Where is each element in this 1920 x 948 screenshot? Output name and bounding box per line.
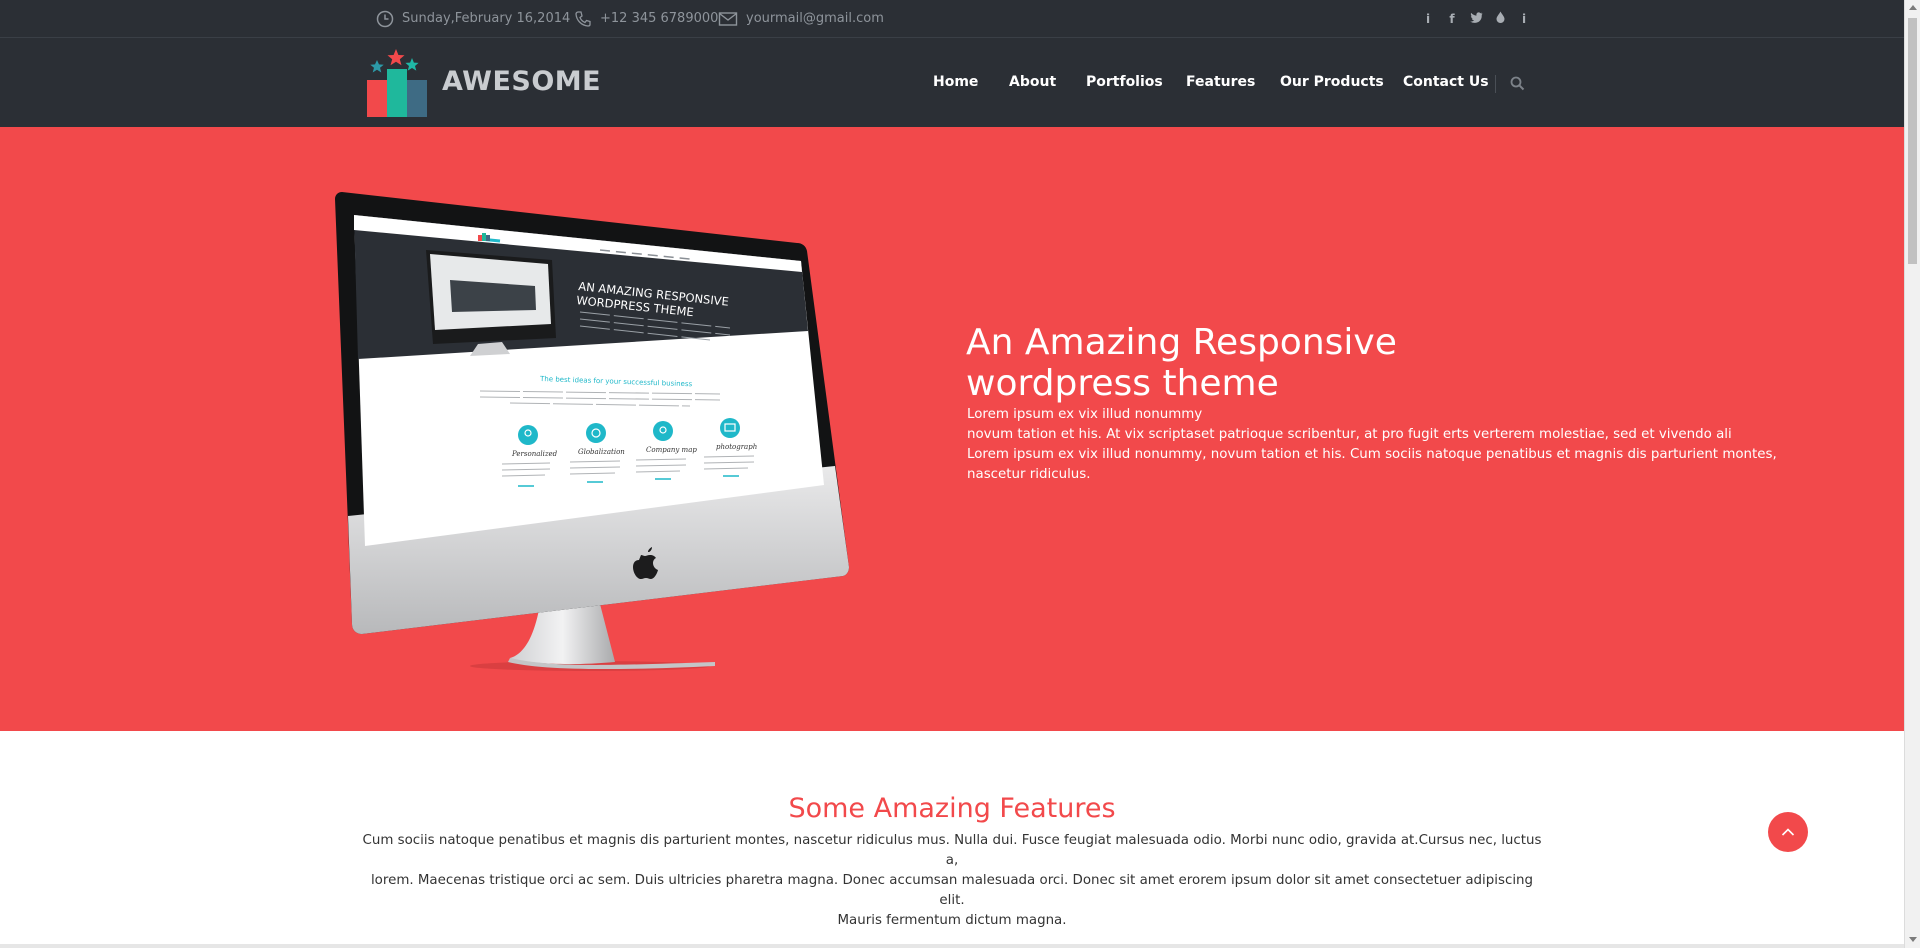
phone-icon <box>575 10 591 27</box>
chevron-up-icon <box>1781 828 1795 836</box>
logo-text[interactable]: AWESOME <box>442 66 601 97</box>
nav-divider <box>1495 75 1496 93</box>
features-text: Cum sociis natoque penatibus et magnis d… <box>360 831 1544 931</box>
hero-text-line: Lorem ipsum ex vix illud nonummy, novum … <box>967 447 1777 462</box>
info-icon-2[interactable]: i <box>1512 12 1536 26</box>
back-to-top-button[interactable] <box>1768 812 1808 852</box>
hero-text: Lorem ipsum ex vix illud nonummy novum t… <box>967 405 1777 485</box>
nav-portfolios[interactable]: Portfolios <box>1086 74 1163 90</box>
site-header: AWESOME Home About Portfolios Features O… <box>0 38 1904 127</box>
vertical-scrollbar[interactable] <box>1904 0 1920 948</box>
facebook-icon[interactable]: f <box>1440 12 1464 26</box>
nav-about[interactable]: About <box>1009 74 1056 90</box>
twitter-icon[interactable] <box>1464 11 1488 26</box>
drop-icon[interactable] <box>1488 11 1512 26</box>
features-text-line: lorem. Maecenas tristique orci ac sem. D… <box>370 873 1534 908</box>
nav-home[interactable]: Home <box>933 74 978 90</box>
clock-icon <box>376 10 394 27</box>
screen-feature-2: Globalization <box>578 448 625 456</box>
hero-title-line-2: wordpress theme <box>966 363 1279 404</box>
hero-title: An Amazing Responsive wordpress theme <box>966 322 1566 404</box>
screen-feature-3: Company map <box>646 446 697 454</box>
info-icon[interactable]: i <box>1416 12 1440 26</box>
hero-text-line: novum tation et his. At vix scriptaset p… <box>967 427 1732 442</box>
hero-text-line: nascetur ridiculus. <box>967 467 1091 482</box>
nav-our-products[interactable]: Our Products <box>1280 74 1384 90</box>
scroll-up-arrow[interactable] <box>1909 5 1917 10</box>
page-bottom-edge <box>0 944 1904 948</box>
screen-feature-1: Personalized <box>511 450 558 458</box>
scrollbar-thumb[interactable] <box>1908 18 1917 264</box>
envelope-icon <box>718 11 738 26</box>
email-text: yourmail@gmail.com <box>746 11 884 26</box>
features-text-line: Mauris fermentum dictum magna. <box>837 913 1067 928</box>
features-text-line: Cum sociis natoque penatibus et magnis d… <box>362 833 1542 868</box>
phone-info: +12 345 6789000 <box>574 0 718 37</box>
top-info-bar: Sunday,February 16,2014 +12 345 6789000 … <box>0 0 1904 38</box>
hero-text-line: Lorem ipsum ex vix illud nonummy <box>967 407 1203 422</box>
features-title: Some Amazing Features <box>788 793 1116 824</box>
nav-contact-us[interactable]: Contact Us <box>1403 74 1489 90</box>
nav-features[interactable]: Features <box>1186 74 1255 90</box>
phone-text: +12 345 6789000 <box>600 11 719 26</box>
email-info[interactable]: yourmail@gmail.com <box>718 0 884 37</box>
social-links: i f i <box>1416 0 1536 37</box>
scroll-down-arrow[interactable] <box>1909 937 1917 942</box>
imac-mockup-image: AN AMAZING RESPONSIVE WORDPRESS THEME Th… <box>335 192 849 671</box>
screen-feature-4: photograph <box>716 443 757 451</box>
hero-title-line-1: An Amazing Responsive <box>966 322 1397 363</box>
search-icon[interactable] <box>1510 76 1525 91</box>
date-text: Sunday,February 16,2014 <box>402 11 571 26</box>
date-info: Sunday,February 16,2014 <box>376 0 570 37</box>
